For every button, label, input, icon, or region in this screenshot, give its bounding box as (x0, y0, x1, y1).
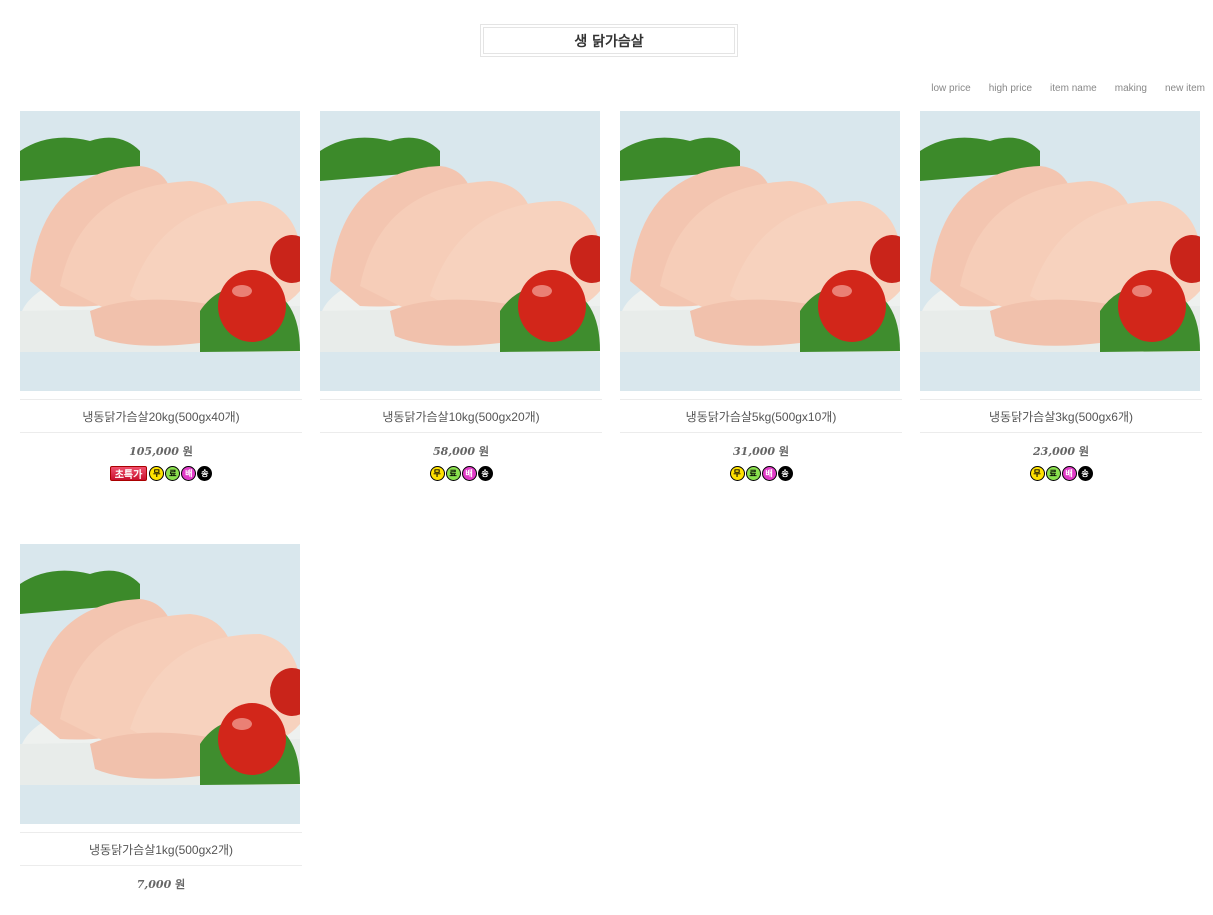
free-shipping-char: 무 (429, 466, 445, 481)
free-shipping-char: 배 (461, 466, 477, 481)
product-badges: 무료배송 (620, 465, 902, 482)
sort-bar: low price high price item name making ne… (931, 83, 1205, 94)
product-image[interactable] (20, 111, 300, 391)
sort-item-name[interactable]: item name (1050, 83, 1097, 94)
free-shipping-char: 배 (761, 466, 777, 481)
category-title-box: 생 닭가슴살 (480, 24, 738, 57)
sort-low-price[interactable]: low price (931, 83, 970, 94)
product-name[interactable]: 냉동닭가슴살1kg(500gx2개) (20, 832, 302, 866)
product-image[interactable] (20, 544, 300, 824)
product-card[interactable]: 냉동닭가슴살3kg(500gx6개) 23,000 원 무료배송 (920, 111, 1202, 482)
hot-deal-badge: 초특가 (109, 466, 148, 481)
free-shipping-char: 송 (777, 466, 793, 481)
sort-making[interactable]: making (1115, 83, 1147, 94)
product-name[interactable]: 냉동닭가슴살5kg(500gx10개) (620, 399, 902, 433)
product-price: 105,000 원 (20, 443, 302, 459)
free-shipping-char: 송 (477, 466, 493, 481)
product-badges (20, 898, 302, 915)
product-name[interactable]: 냉동닭가슴살20kg(500gx40개) (20, 399, 302, 433)
price-currency: 원 (175, 878, 186, 891)
product-price: 58,000 원 (320, 443, 602, 459)
price-currency: 원 (182, 445, 193, 458)
price-amount: 58,000 (432, 445, 476, 458)
free-shipping-char: 배 (181, 466, 197, 481)
sort-new-item[interactable]: new item (1165, 83, 1205, 94)
price-currency: 원 (1078, 445, 1090, 458)
product-badges: 무료배송 (920, 465, 1202, 482)
free-shipping-char: 료 (1045, 466, 1061, 481)
category-title: 생 닭가슴살 (483, 27, 735, 54)
product-name[interactable]: 냉동닭가슴살10kg(500gx20개) (320, 399, 602, 433)
product-card[interactable]: 냉동닭가슴살1kg(500gx2개) 7,000 원 (20, 544, 302, 915)
free-shipping-badge: 무료배송 (729, 466, 793, 481)
price-currency: 원 (478, 445, 490, 458)
free-shipping-badge: 무료배송 (429, 466, 493, 481)
free-shipping-char: 무 (1029, 466, 1045, 481)
product-card[interactable]: 냉동닭가슴살20kg(500gx40개) 105,000 원 초특가 무 료 배 송 (20, 111, 302, 482)
price-amount: 7,000 (136, 878, 172, 891)
free-shipping-char: 료 (445, 466, 461, 481)
sort-high-price[interactable]: high price (989, 83, 1032, 94)
product-price: 23,000 원 (920, 443, 1202, 459)
price-currency: 원 (778, 445, 790, 458)
free-shipping-char: 송 (197, 466, 213, 481)
product-image[interactable] (920, 111, 1200, 391)
product-image[interactable] (620, 111, 900, 391)
product-price: 31,000 원 (620, 443, 902, 459)
product-image[interactable] (320, 111, 600, 391)
product-card[interactable]: 냉동닭가슴살5kg(500gx10개) 31,000 원 무료배송 (620, 111, 902, 482)
product-badges: 초특가 무 료 배 송 (20, 465, 302, 482)
price-amount: 23,000 (1032, 445, 1076, 458)
free-shipping-char: 료 (745, 466, 761, 481)
product-card[interactable]: 냉동닭가슴살10kg(500gx20개) 58,000 원 무료배송 (320, 111, 602, 482)
price-amount: 31,000 (732, 445, 776, 458)
free-shipping-char: 송 (1077, 466, 1093, 481)
free-shipping-badge: 무료배송 (1029, 466, 1093, 481)
product-badges: 무료배송 (320, 465, 602, 482)
product-name[interactable]: 냉동닭가슴살3kg(500gx6개) (920, 399, 1202, 433)
free-shipping-char: 배 (1061, 466, 1077, 481)
free-shipping-char: 무 (149, 466, 165, 481)
product-price: 7,000 원 (20, 876, 302, 892)
free-shipping-char: 료 (165, 466, 181, 481)
free-shipping-badge: 무료배송 (149, 466, 213, 481)
free-shipping-char: 무 (729, 466, 745, 481)
price-amount: 105,000 (129, 445, 179, 458)
